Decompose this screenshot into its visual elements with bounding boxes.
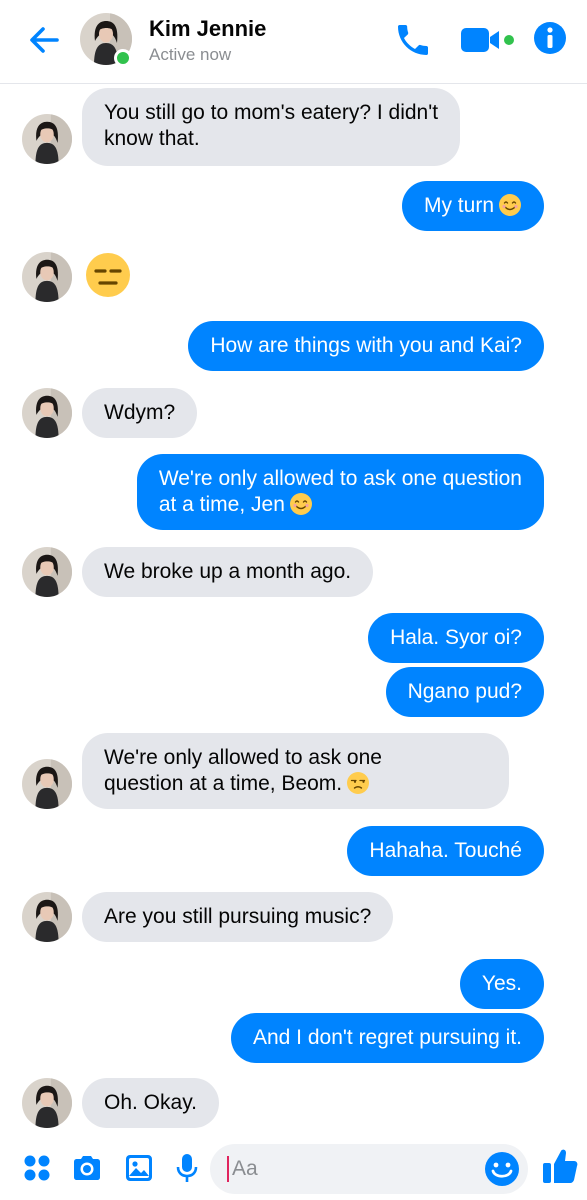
message-thread[interactable]: You still go to mom's eatery? I didn't kn… bbox=[0, 85, 587, 1140]
message-text: We're only allowed to ask one bbox=[104, 746, 382, 769]
back-arrow-icon[interactable] bbox=[26, 22, 62, 58]
message-text: Oh. Okay. bbox=[104, 1091, 197, 1114]
message-text: Hahaha. Touché bbox=[369, 839, 522, 862]
outgoing-message-bubble[interactable]: We're only allowed to ask one question at… bbox=[136, 454, 544, 530]
microphone-icon[interactable] bbox=[170, 1151, 204, 1185]
incoming-message-bubble[interactable]: We're only allowed to ask one question at… bbox=[82, 733, 509, 809]
smiling-face-emoji bbox=[499, 194, 521, 216]
message-text: Ngano pud? bbox=[407, 680, 522, 703]
emoji-icon[interactable] bbox=[483, 1150, 521, 1188]
outgoing-message-bubble[interactable]: My turn bbox=[401, 181, 544, 231]
thumbs-up-icon[interactable] bbox=[540, 1146, 580, 1186]
incoming-message-bubble[interactable]: You still go to mom's eatery? I didn't kn… bbox=[82, 88, 461, 166]
message-text: My turn bbox=[423, 194, 494, 217]
contact-avatar-small[interactable] bbox=[22, 759, 72, 809]
message-text: We broke up a month ago. bbox=[104, 560, 352, 583]
contact-avatar-small[interactable] bbox=[22, 114, 72, 164]
message-text: Wdym? bbox=[104, 401, 176, 424]
phone-icon[interactable] bbox=[393, 20, 433, 60]
incoming-message-bubble[interactable]: Are you still pursuing music? bbox=[82, 892, 394, 942]
unamused-face-emoji bbox=[347, 772, 370, 794]
message-text: question at a time, Beom. bbox=[104, 772, 343, 795]
composer-bar: Aa bbox=[0, 1140, 587, 1200]
outgoing-message-bubble[interactable]: Yes. bbox=[459, 959, 544, 1009]
video-camera-icon[interactable] bbox=[459, 24, 519, 58]
contact-avatar-small[interactable] bbox=[22, 547, 72, 597]
contact-name[interactable]: Kim Jennie bbox=[149, 16, 266, 42]
apps-grid-icon[interactable] bbox=[20, 1151, 54, 1185]
smiling-face-emoji bbox=[289, 493, 312, 515]
incoming-message-bubble[interactable]: Oh. Okay. bbox=[82, 1078, 219, 1128]
message-text: And I don't regret pursuing it. bbox=[252, 1026, 522, 1049]
message-text: Hala. Syor oi? bbox=[390, 626, 522, 649]
outgoing-message-bubble[interactable]: How are things with you and Kai? bbox=[188, 321, 544, 371]
contact-avatar-small[interactable] bbox=[22, 388, 72, 438]
outgoing-message-bubble[interactable]: Ngano pud? bbox=[385, 667, 544, 717]
message-text: Are you still pursuing music? bbox=[104, 905, 372, 928]
text-caret bbox=[227, 1156, 229, 1182]
online-indicator bbox=[114, 49, 132, 67]
active-status: Active now bbox=[149, 45, 232, 64]
outgoing-message-bubble[interactable]: Hala. Syor oi? bbox=[368, 613, 544, 663]
incoming-message-bubble[interactable]: Wdym? bbox=[82, 388, 198, 438]
message-input-placeholder: Aa bbox=[232, 1157, 258, 1180]
message-text: know that. bbox=[104, 127, 200, 150]
outgoing-message-bubble[interactable]: Hahaha. Touché bbox=[347, 826, 544, 876]
message-text: You still go to mom's eatery? I didn't bbox=[104, 101, 439, 124]
expressionless-emoji-message[interactable] bbox=[84, 251, 132, 299]
message-text: at a time, Jen bbox=[158, 493, 285, 516]
contact-avatar-small[interactable] bbox=[22, 892, 72, 942]
incoming-message-bubble[interactable]: We broke up a month ago. bbox=[82, 547, 374, 597]
outgoing-message-bubble[interactable]: And I don't regret pursuing it. bbox=[230, 1013, 544, 1063]
message-text: Yes. bbox=[481, 972, 522, 995]
camera-icon[interactable] bbox=[70, 1151, 104, 1185]
contact-avatar-small[interactable] bbox=[22, 1078, 72, 1128]
message-text: How are things with you and Kai? bbox=[210, 334, 522, 357]
chat-header: Kim Jennie Active now bbox=[0, 0, 587, 84]
gallery-icon[interactable] bbox=[122, 1151, 156, 1185]
message-text: We're only allowed to ask one question bbox=[158, 467, 522, 490]
contact-avatar-small[interactable] bbox=[22, 252, 72, 302]
info-icon[interactable] bbox=[532, 20, 568, 56]
message-input[interactable]: Aa bbox=[210, 1144, 528, 1194]
